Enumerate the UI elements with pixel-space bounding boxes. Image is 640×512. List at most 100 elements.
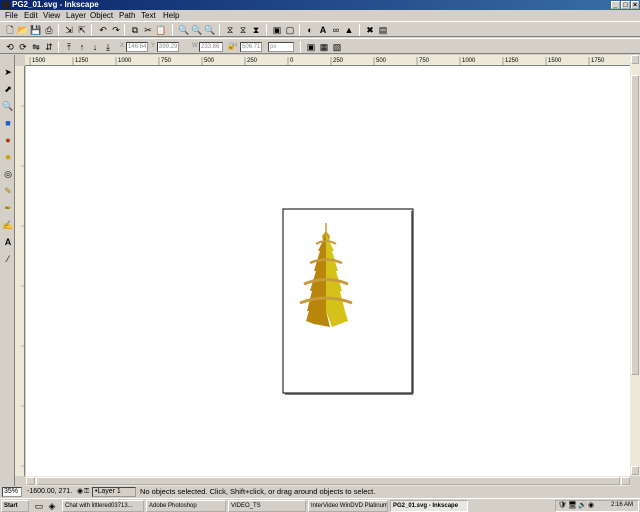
- calligraphy-tool-icon[interactable]: ✍: [2, 218, 14, 232]
- new-document-icon[interactable]: 🗋: [4, 24, 16, 36]
- y-field[interactable]: 399.29: [157, 42, 179, 52]
- unit-select[interactable]: px: [268, 42, 294, 52]
- document-properties-icon[interactable]: ▤: [377, 24, 389, 36]
- hscroll-thumb[interactable]: [36, 477, 620, 485]
- flip-vertical-icon[interactable]: ⇵: [43, 41, 55, 53]
- network-icon[interactable]: 🖥: [568, 501, 577, 509]
- layer-selector[interactable]: •Layer 1: [92, 487, 136, 497]
- xml-editor-icon[interactable]: ∞: [330, 24, 342, 36]
- spiral-tool-icon[interactable]: ◎: [2, 167, 14, 181]
- menu-help[interactable]: Help: [163, 10, 179, 21]
- unlink-clone-icon[interactable]: ⧗: [250, 24, 262, 36]
- scroll-down-button[interactable]: [631, 466, 639, 475]
- flip-horizontal-icon[interactable]: ⇋: [30, 41, 42, 53]
- fill-stroke-icon[interactable]: ◐: [304, 24, 316, 36]
- ungroup-icon[interactable]: ▢: [284, 24, 296, 36]
- menu-layer[interactable]: Layer: [66, 10, 86, 21]
- import-icon[interactable]: ⇲: [63, 24, 75, 36]
- task-photoshop[interactable]: Adobe Photoshop: [146, 500, 226, 512]
- undo-icon[interactable]: ↶: [97, 24, 109, 36]
- rectangle-tool-icon[interactable]: ■: [2, 116, 14, 130]
- maximize-button[interactable]: □: [621, 1, 630, 9]
- title-bar: PG2_01.svg - Inkscape _ □ ×: [0, 0, 640, 10]
- zoom-field[interactable]: 35%: [2, 487, 22, 497]
- task-inkscape[interactable]: PG2_01.svg - Inkscape: [390, 500, 468, 512]
- print-icon[interactable]: ⎙: [43, 24, 55, 36]
- ruler-label: 1250: [505, 58, 519, 64]
- menu-bar: File Edit View Layer Object Path Text He…: [0, 10, 640, 21]
- menu-object[interactable]: Object: [90, 10, 113, 21]
- horizontal-scrollbar[interactable]: [26, 476, 630, 486]
- pen-tool-icon[interactable]: ✒: [2, 201, 14, 215]
- commands-toolbar: 🗋 📂 💾 ⎙ ⇲ ⇱ ↶ ↷ ⧉ ✂ 📋 🔍 🔍 🔍 ⧖ ⧖ ⧗ ▣ ▢ ◐ …: [0, 21, 640, 37]
- minimize-button[interactable]: _: [611, 1, 620, 9]
- raise-icon[interactable]: ↑: [76, 41, 88, 53]
- vertical-scrollbar[interactable]: [630, 55, 640, 476]
- toolbar-separator: [91, 24, 92, 36]
- ellipse-tool-icon[interactable]: ●: [2, 133, 14, 147]
- volume-icon[interactable]: 🔊: [578, 501, 587, 509]
- h-field[interactable]: 506.71: [240, 42, 262, 52]
- task-windvd[interactable]: InterVideo WinDVD Platinum: [308, 500, 388, 512]
- dropper-tool-icon[interactable]: ⁄: [2, 252, 14, 266]
- raise-to-top-icon[interactable]: ⤒: [63, 41, 75, 53]
- paste-icon[interactable]: 📋: [155, 24, 167, 36]
- task-chat[interactable]: Chat with littlered03713...: [62, 500, 144, 512]
- menu-file[interactable]: File: [5, 10, 18, 21]
- zoom-page-icon[interactable]: 🔍: [204, 24, 216, 36]
- zoom-drawing-icon[interactable]: 🔍: [191, 24, 203, 36]
- redo-icon[interactable]: ↷: [110, 24, 122, 36]
- task-video-ts[interactable]: VIDEO_TS: [228, 500, 306, 512]
- duplicate-icon[interactable]: ⧖: [224, 24, 236, 36]
- copy-icon[interactable]: ⧉: [129, 24, 141, 36]
- zoom-selection-icon[interactable]: 🔍: [178, 24, 190, 36]
- clone-icon[interactable]: ⧖: [237, 24, 249, 36]
- tray-icon[interactable]: ◉: [588, 501, 594, 509]
- group-icon[interactable]: ▣: [271, 24, 283, 36]
- rotate-ccw-icon[interactable]: ⟲: [4, 41, 16, 53]
- export-icon[interactable]: ⇱: [76, 24, 88, 36]
- scale-stroke-icon[interactable]: ▣: [305, 41, 317, 53]
- close-button[interactable]: ×: [631, 1, 639, 9]
- node-tool-icon[interactable]: ⬈: [2, 82, 14, 96]
- align-distribute-icon[interactable]: ▲: [343, 24, 355, 36]
- h-label: H: [233, 43, 238, 49]
- window-title: PG2_01.svg - Inkscape: [12, 0, 99, 9]
- lower-icon[interactable]: ↓: [89, 41, 101, 53]
- menu-text[interactable]: Text: [141, 10, 156, 21]
- text-font-icon[interactable]: A: [317, 24, 329, 36]
- menu-path[interactable]: Path: [119, 10, 135, 21]
- toolbar-separator: [219, 24, 220, 36]
- scroll-up-button[interactable]: [631, 55, 639, 64]
- start-button[interactable]: Start: [1, 500, 29, 512]
- y-label: Y: [151, 43, 156, 49]
- pencil-tool-icon[interactable]: ✎: [2, 184, 14, 198]
- zoom-tool-icon[interactable]: 🔍: [2, 99, 14, 113]
- quicklaunch-icon[interactable]: ◈: [46, 500, 58, 512]
- text-tool-icon[interactable]: A: [2, 235, 14, 249]
- w-field[interactable]: 233.86: [199, 42, 223, 52]
- rotate-cw-icon[interactable]: ⟳: [17, 41, 29, 53]
- transform-gradients-icon[interactable]: ▧: [331, 41, 343, 53]
- x-field[interactable]: 146.64: [126, 42, 148, 52]
- ruler-label: 750: [161, 58, 172, 64]
- tray-icon[interactable]: 🛡: [558, 501, 567, 509]
- menu-edit[interactable]: Edit: [24, 10, 38, 21]
- ruler-label: 1000: [462, 58, 476, 64]
- show-desktop-icon[interactable]: ▭: [33, 500, 45, 512]
- scale-corners-icon[interactable]: ▦: [318, 41, 330, 53]
- star-tool-icon[interactable]: ★: [2, 150, 14, 164]
- scroll-left-button[interactable]: [26, 477, 35, 485]
- eye-icon[interactable]: ◉: [77, 486, 83, 498]
- scroll-thumb[interactable]: [631, 75, 639, 375]
- menu-view[interactable]: View: [43, 10, 60, 21]
- save-icon[interactable]: 💾: [30, 24, 42, 36]
- lower-to-bottom-icon[interactable]: ⤓: [102, 41, 114, 53]
- preferences-icon[interactable]: ✖: [364, 24, 376, 36]
- drawing-canvas[interactable]: [26, 66, 630, 476]
- scroll-right-button[interactable]: [621, 477, 630, 485]
- open-icon[interactable]: 📂: [17, 24, 29, 36]
- cut-icon[interactable]: ✂: [142, 24, 154, 36]
- lock-icon[interactable]: ⚿: [84, 486, 89, 498]
- selector-tool-icon[interactable]: ➤: [2, 65, 14, 79]
